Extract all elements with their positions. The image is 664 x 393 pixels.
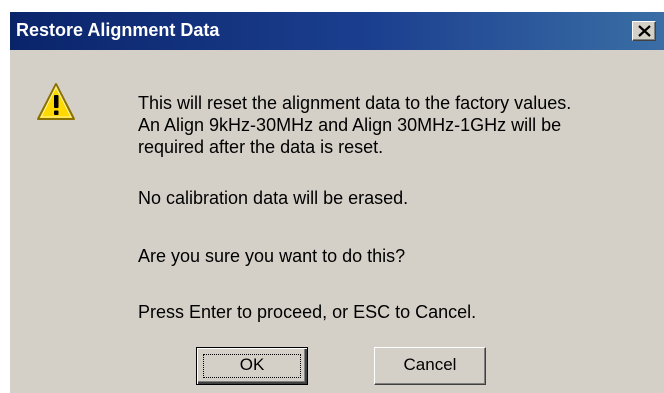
ok-button-label: OK xyxy=(239,355,265,374)
message-line-4: No calibration data will be erased. xyxy=(138,188,409,208)
message-line-3: required after the data is reset. xyxy=(138,137,384,157)
cancel-button[interactable]: Cancel xyxy=(374,347,486,385)
message-line-5: Are you sure you want to do this? xyxy=(138,246,406,266)
title-bar[interactable]: Restore Alignment Data xyxy=(10,12,664,50)
ok-button[interactable]: OK xyxy=(196,347,308,385)
window-title: Restore Alignment Data xyxy=(16,20,220,40)
warning-icon xyxy=(37,83,75,120)
close-icon xyxy=(638,25,651,37)
message-line-1: This will reset the alignment data to th… xyxy=(138,93,572,113)
message-line-6: Press Enter to proceed, or ESC to Cancel… xyxy=(138,302,477,322)
close-button[interactable] xyxy=(632,21,656,41)
restore-alignment-dialog: Restore Alignment Data This will reset t… xyxy=(10,12,664,393)
message-line-2: An Align 9kHz-30MHz and Align 30MHz-1GHz… xyxy=(138,115,562,135)
cancel-button-label: Cancel xyxy=(403,355,457,374)
